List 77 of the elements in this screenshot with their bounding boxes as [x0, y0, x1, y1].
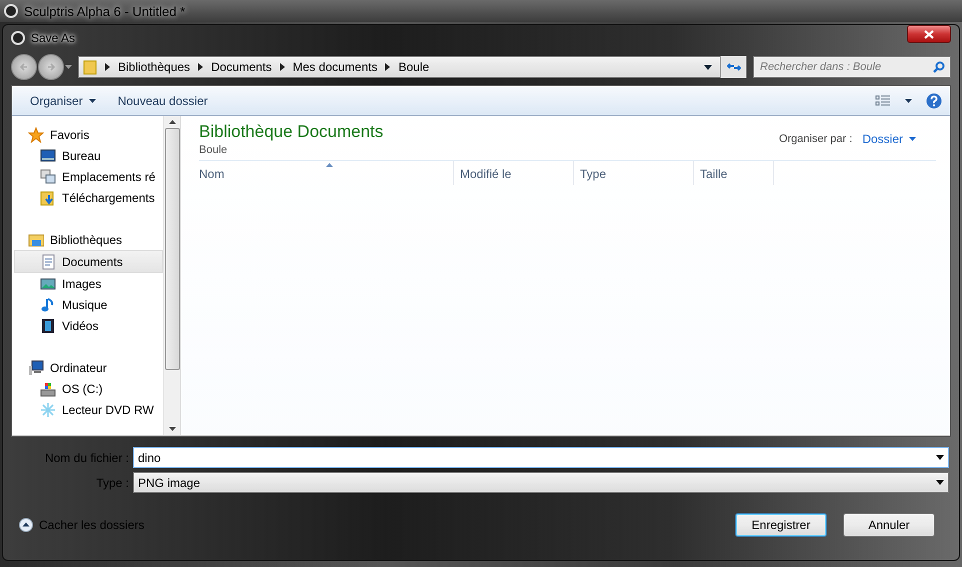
close-button[interactable]	[907, 25, 951, 43]
star-icon	[28, 126, 44, 142]
sidebar-item[interactable]: Vidéos	[12, 315, 163, 336]
sidebar-item[interactable]: Bureau	[12, 145, 163, 166]
caret-icon	[88, 98, 96, 102]
back-arrow-icon	[19, 62, 29, 72]
scrollbar[interactable]	[163, 116, 180, 435]
sidebar-item[interactable]: Bibliothèques	[12, 229, 163, 250]
disc-drive-icon	[40, 402, 56, 418]
address-bar[interactable]: Bibliothèques Documents Mes documents Boule	[78, 56, 747, 78]
sidebar-item[interactable]: Téléchargements	[12, 187, 163, 208]
document-icon	[40, 254, 56, 270]
column-header[interactable]: Type	[574, 161, 694, 185]
library-folder-icon	[28, 232, 44, 248]
scrollbar-thumb[interactable]	[164, 128, 180, 370]
search-icon	[933, 61, 945, 73]
arrange-label: Organiser par :	[778, 133, 852, 145]
library-title: Bibliothèque Documents	[199, 122, 384, 142]
dropdown-caret-icon	[936, 455, 944, 460]
chevron-right-icon	[198, 63, 204, 71]
sidebar-item[interactable]: Documents	[14, 250, 163, 273]
sidebar-item[interactable]: Musique	[12, 294, 163, 315]
forward-arrow-icon	[46, 62, 56, 72]
caret-icon[interactable]	[65, 65, 72, 69]
cancel-button[interactable]: Annuler	[843, 513, 935, 537]
sidebar-item[interactable]: Lecteur DVD RW	[12, 399, 163, 420]
monitor-icon	[40, 148, 56, 164]
column-header[interactable]: Modifié le	[454, 161, 574, 185]
column-header[interactable]: Nom	[199, 161, 454, 185]
film-strip-icon	[40, 318, 56, 334]
caret-icon	[909, 137, 916, 141]
dialog-title: Save As	[31, 31, 76, 45]
breadcrumb-item[interactable]: Bibliothèques	[118, 60, 190, 74]
filename-field[interactable]: dino	[133, 447, 949, 468]
caret-icon[interactable]	[905, 98, 912, 102]
sidebar-item[interactable]: Favoris	[12, 124, 163, 145]
dropdown-caret-icon	[936, 480, 944, 485]
help-icon[interactable]	[926, 92, 942, 108]
new-folder-button[interactable]: Nouveau dossier	[114, 92, 212, 110]
scroll-up-icon	[168, 120, 176, 124]
filetype-dropdown[interactable]: PNG image	[133, 472, 949, 493]
arrange-dropdown[interactable]: Dossier	[862, 132, 916, 146]
column-header[interactable]: Taille	[694, 161, 774, 185]
scroll-down-icon	[168, 427, 176, 431]
sidebar-item[interactable]: Images	[12, 273, 163, 294]
refresh-button[interactable]	[720, 56, 746, 78]
chevron-right-icon	[385, 63, 390, 71]
folder-icon	[83, 59, 97, 75]
search-field[interactable]: Rechercher dans : Boule	[753, 56, 951, 78]
drive-icon	[40, 380, 56, 396]
window-title: Sculptris Alpha 6 - Untitled *	[24, 4, 186, 18]
collapse-up-icon	[19, 518, 33, 532]
chevron-right-icon	[105, 63, 110, 71]
sidebar-item[interactable]: Ordinateur	[12, 357, 163, 378]
back-button[interactable]	[11, 54, 37, 80]
breadcrumb-item[interactable]: Mes documents	[292, 60, 378, 74]
chevron-right-icon	[280, 63, 285, 71]
organize-menu-button[interactable]: Organiser	[26, 92, 100, 110]
breadcrumb-item[interactable]: Documents	[211, 60, 272, 74]
network-folder-icon	[40, 168, 56, 184]
app-logo-icon	[11, 31, 25, 45]
refresh-arrows-icon	[726, 61, 740, 73]
sidebar-item[interactable]: OS (C:)	[12, 378, 163, 399]
view-list-icon[interactable]	[875, 94, 891, 108]
music-note-icon	[40, 296, 56, 312]
download-folder-icon	[40, 190, 56, 206]
app-logo-icon	[4, 4, 18, 18]
dropdown-caret-icon[interactable]	[704, 64, 712, 70]
computer-icon	[28, 360, 44, 376]
picture-icon	[40, 276, 56, 292]
save-button[interactable]: Enregistrer	[735, 513, 827, 537]
breadcrumb-item[interactable]: Boule	[398, 60, 430, 74]
sidebar-item[interactable]: Emplacements ré	[12, 166, 163, 187]
folder-subtitle: Boule	[199, 144, 228, 156]
close-icon	[924, 30, 934, 38]
sort-arrow-icon	[326, 163, 334, 167]
forward-button[interactable]	[38, 54, 64, 80]
